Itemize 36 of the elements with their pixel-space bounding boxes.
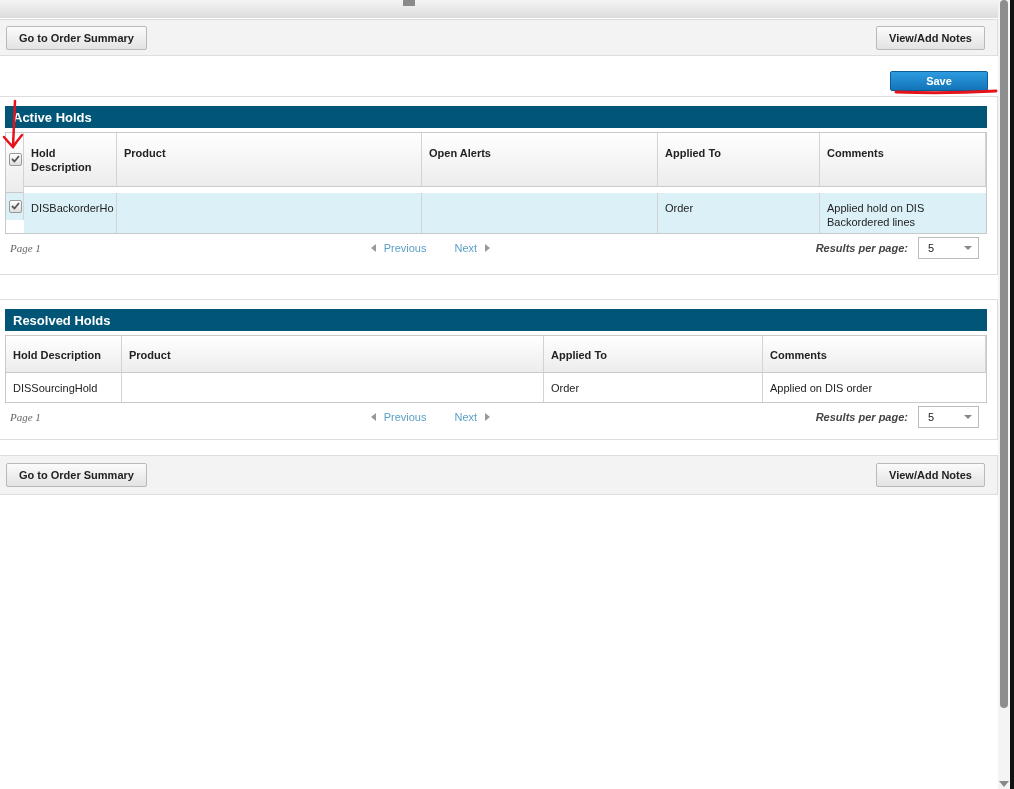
order-summary-button[interactable]: Go to Order Summary	[6, 463, 147, 487]
results-label: Results per page:	[815, 242, 908, 254]
left-triangle-icon	[370, 244, 376, 252]
column-header[interactable]: Open Alerts	[422, 133, 658, 187]
results-dropdown[interactable]: 5	[918, 406, 979, 428]
column-header[interactable]: Product	[117, 133, 422, 187]
column-header[interactable]: Product	[122, 336, 544, 373]
table-cell: Applied hold on DIS Backordered lines	[820, 193, 986, 233]
column-header[interactable]: Applied To	[658, 133, 820, 187]
column-header[interactable]: Hold Description	[24, 133, 117, 187]
scrollbar-thumb[interactable]	[1000, 0, 1008, 708]
results-dropdown[interactable]: 5	[918, 237, 979, 259]
notes-button[interactable]: View/Add Notes	[876, 463, 985, 487]
column-header[interactable]: Hold Description	[6, 336, 122, 373]
page-label: Page 1	[10, 242, 42, 254]
right-triangle-icon	[485, 244, 491, 252]
order-summary-button[interactable]: Go to Order Summary	[6, 25, 147, 50]
caret-icon	[964, 415, 972, 419]
scrollbar[interactable]	[998, 0, 1010, 789]
caret-icon	[964, 246, 972, 250]
section-title: Resolved Holds	[5, 309, 987, 331]
results-label: Results per page:	[815, 411, 908, 423]
scroll-down-icon[interactable]	[999, 781, 1009, 787]
column-header[interactable]: Comments	[763, 336, 986, 373]
select-all-checkbox[interactable]	[9, 152, 22, 166]
right-triangle-icon	[485, 413, 491, 421]
section-title: Active Holds	[5, 106, 987, 128]
column-header[interactable]: Comments	[820, 133, 986, 187]
row-checkbox[interactable]	[9, 199, 22, 213]
left-triangle-icon	[370, 413, 376, 421]
page-label: Page 1	[10, 411, 42, 423]
column-header[interactable]: Applied To	[544, 336, 763, 373]
notes-button[interactable]: View/Add Notes	[876, 25, 985, 50]
save-button[interactable]: Save	[890, 71, 988, 91]
table-cell: Order	[658, 193, 820, 233]
table-cell: DISBackorderHo	[24, 193, 117, 233]
